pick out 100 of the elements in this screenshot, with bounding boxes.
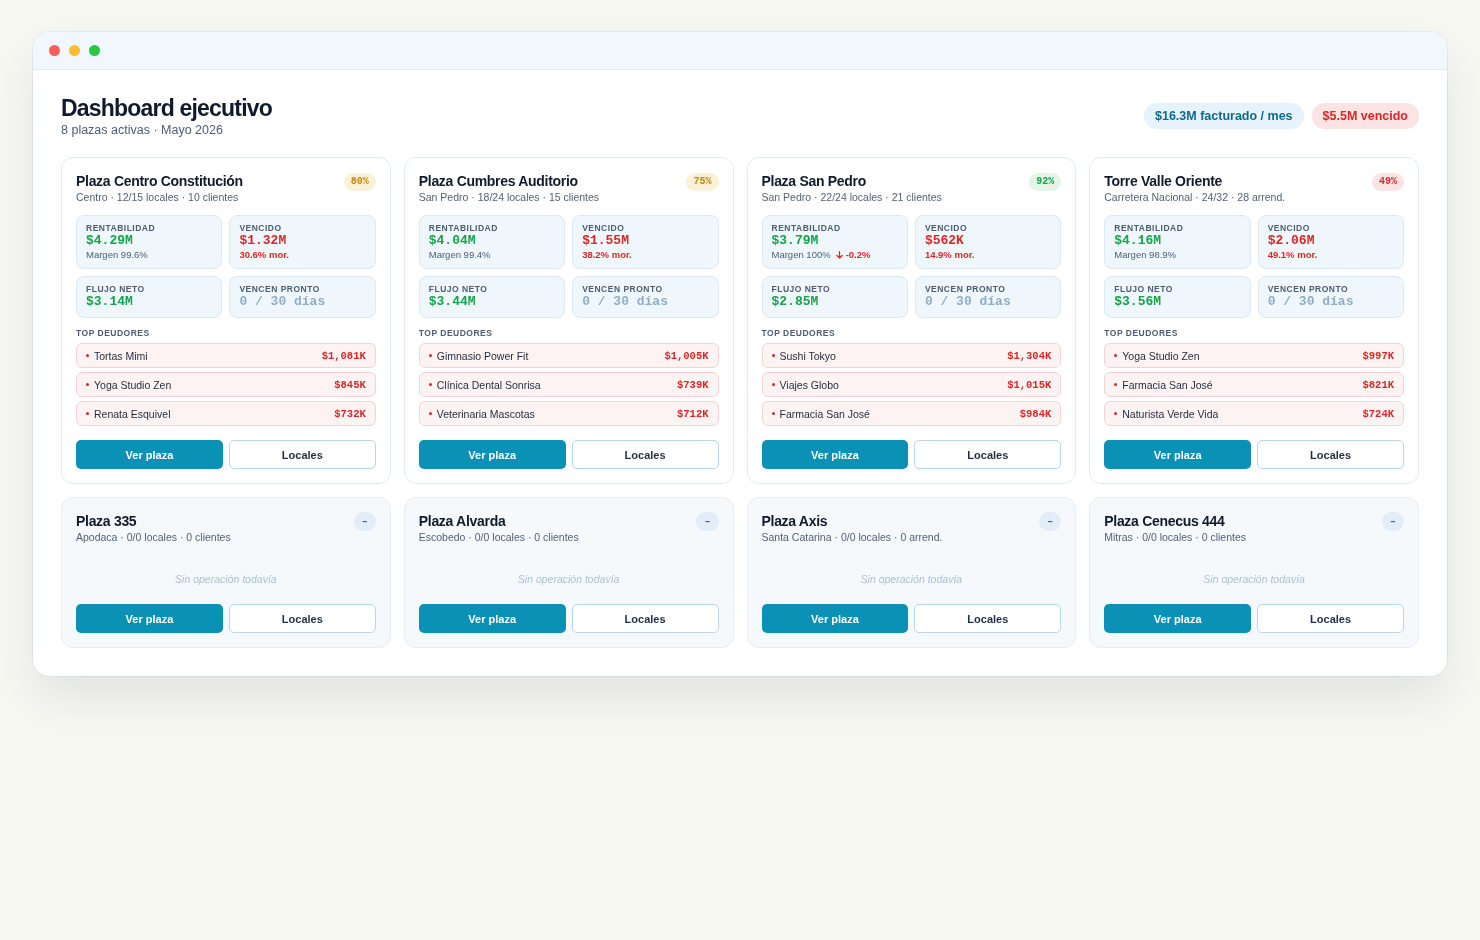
metric-value: 0 / 30 días xyxy=(924,294,1012,310)
plaza-name: Plaza Cenecus 444 xyxy=(1104,512,1226,530)
debtor-amount: $1,005K xyxy=(664,348,709,363)
plaza-details: Carretera Nacional · 24/32 · 28 arrend. xyxy=(1104,190,1286,204)
plaza-name: Plaza 335 xyxy=(76,512,138,530)
debtor-name: Sushi Tokyo xyxy=(779,348,836,363)
summary-pill: $5.5M vencido xyxy=(1311,103,1419,129)
debtor-name: Yoga Studio Zen xyxy=(1122,348,1200,363)
dot-icon xyxy=(1114,412,1118,415)
view-plaza-button[interactable]: Ver plaza xyxy=(418,440,566,469)
dot-icon xyxy=(428,354,432,357)
plaza-details: Apodaca · 0/0 locales · 0 clientes xyxy=(76,530,231,544)
debtor-name: Viajes Globo xyxy=(779,377,839,392)
occupancy-badge: – xyxy=(696,512,719,531)
occupancy-badge: 80% xyxy=(343,173,376,191)
occupancy-badge: 75% xyxy=(686,173,719,191)
plaza-name: Plaza Centro Constitución xyxy=(76,172,243,190)
metric-label: VENCIDO xyxy=(239,223,283,233)
metric-label: VENCEN PRONTO xyxy=(1267,284,1350,294)
metric-value: $4.16M xyxy=(1114,233,1163,249)
section-label: TOP DEUDORES xyxy=(76,328,151,339)
metric-label: VENCEN PRONTO xyxy=(582,284,664,294)
view-plaza-button[interactable]: Ver plaza xyxy=(76,440,223,469)
dot-icon xyxy=(1114,354,1118,357)
metric-label: FLUJO NETO xyxy=(86,284,146,294)
section-label: TOP DEUDORES xyxy=(1104,328,1179,339)
plaza-details: Escobedo · 0/0 locales · 0 clientes xyxy=(418,530,579,544)
debtor-name: Farmacia San José xyxy=(1122,377,1213,392)
units-button[interactable]: Locales xyxy=(914,440,1062,469)
debtor-amount: $1,304K xyxy=(1007,348,1052,363)
metric-label: FLUJO NETO xyxy=(428,284,489,294)
debtor-name: Tortas Mimi xyxy=(94,348,148,363)
empty-message: Sin operación todavía xyxy=(859,572,964,586)
units-button[interactable]: Locales xyxy=(228,440,376,469)
plaza-details: San Pedro · 18/24 locales · 15 clientes xyxy=(418,190,600,204)
plaza-details: Santa Catarina · 0/0 locales · 0 arrend. xyxy=(761,530,943,544)
debtor-name: Yoga Studio Zen xyxy=(94,377,172,392)
metric-note: 14.9% mor. xyxy=(924,249,975,261)
metric-value: $2.06M xyxy=(1267,233,1316,249)
maximize-icon[interactable] xyxy=(89,45,100,56)
metric-value: $562K xyxy=(924,233,965,249)
occupancy-badge: 92% xyxy=(1029,173,1062,191)
metric-label: RENTABILIDAD xyxy=(86,223,157,233)
metric-value: $3.56M xyxy=(1114,294,1163,310)
debtor-amount: $712K xyxy=(677,406,709,421)
metric-label: FLUJO NETO xyxy=(1114,284,1174,294)
debtor-name: Farmacia San José xyxy=(779,406,870,421)
margin-change: -0.2% xyxy=(845,249,871,261)
metric-label: VENCEN PRONTO xyxy=(924,284,1007,294)
debtor-amount: $724K xyxy=(1362,406,1394,421)
plaza-name: Plaza Cumbres Auditorio xyxy=(418,172,579,190)
view-plaza-button[interactable]: Ver plaza xyxy=(1104,440,1252,469)
dot-icon xyxy=(428,412,432,415)
plaza-name: Plaza Axis xyxy=(761,512,829,530)
metric-note: 49.1% mor. xyxy=(1267,249,1318,261)
debtor-amount: $845K xyxy=(334,377,366,392)
metric-value: $3.44M xyxy=(428,294,477,310)
empty-message: Sin operación todavía xyxy=(1202,572,1306,586)
debtor-amount: $984K xyxy=(1019,406,1052,421)
page-title: Dashboard ejecutivo xyxy=(61,94,273,122)
metric-value: 0 / 30 días xyxy=(582,294,669,310)
metric-label: VENCIDO xyxy=(1267,223,1311,233)
empty-message: Sin operación todavía xyxy=(516,572,621,586)
metric-value: $3.14M xyxy=(86,294,134,310)
arrow-down-icon xyxy=(835,251,843,259)
metric-label: FLUJO NETO xyxy=(771,284,832,294)
metric-value: $4.29M xyxy=(86,233,134,249)
metric-value: 0 / 30 días xyxy=(1267,294,1355,310)
dot-icon xyxy=(771,383,775,386)
plaza-name: Plaza San Pedro xyxy=(761,172,867,190)
dot-icon xyxy=(86,383,89,386)
occupancy-badge: – xyxy=(1382,512,1404,531)
debtor-name: Clínica Dental Sonrisa xyxy=(436,377,541,392)
dot-icon xyxy=(428,383,432,386)
view-plaza-button[interactable]: Ver plaza xyxy=(761,440,909,469)
occupancy-badge: – xyxy=(1039,512,1062,531)
units-button[interactable]: Locales xyxy=(571,440,719,469)
empty-message: Sin operación todavía xyxy=(174,572,278,586)
summary-pill: $16.3M facturado / mes xyxy=(1144,103,1304,129)
metric-value: $1.32M xyxy=(239,233,288,249)
metric-note: Margen 99.4% xyxy=(428,249,491,261)
metric-label: RENTABILIDAD xyxy=(428,223,499,233)
metric-label: VENCEN PRONTO xyxy=(239,284,321,294)
occupancy-badge: 49% xyxy=(1372,173,1404,191)
debtor-amount: $997K xyxy=(1362,348,1394,363)
close-icon[interactable] xyxy=(49,45,60,56)
metric-value: 0 / 30 días xyxy=(239,294,327,310)
debtor-amount: $1,015K xyxy=(1007,377,1052,392)
metric-label: VENCIDO xyxy=(582,223,626,233)
plaza-details: San Pedro · 22/24 locales · 21 clientes xyxy=(761,190,942,204)
units-button[interactable]: Locales xyxy=(1257,440,1404,469)
metric-label: RENTABILIDAD xyxy=(1114,223,1185,233)
dot-icon xyxy=(771,354,775,357)
metric-note: Margen 99.6% xyxy=(86,249,148,261)
metric-value: $1.55M xyxy=(582,233,630,249)
debtor-amount: $739K xyxy=(677,377,709,392)
section-label: TOP DEUDORES xyxy=(761,328,837,339)
debtor-amount: $821K xyxy=(1362,377,1394,392)
minimize-icon[interactable] xyxy=(69,45,80,56)
metric-note: 38.2% mor. xyxy=(582,249,632,261)
